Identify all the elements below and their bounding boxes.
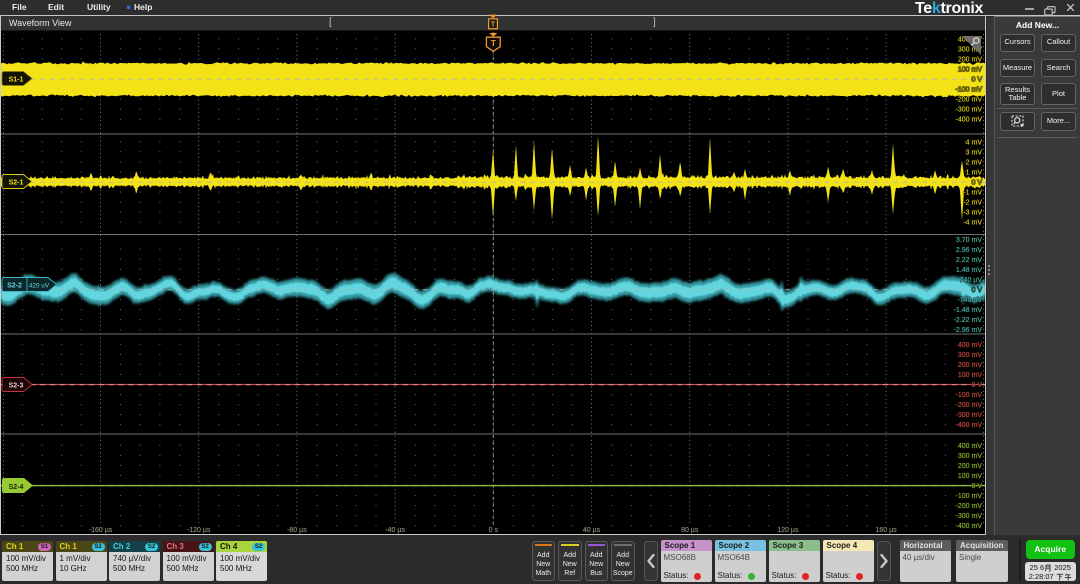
svg-text:-1.48 mV: -1.48 mV (954, 307, 983, 314)
svg-text:2.96 mV: 2.96 mV (956, 247, 982, 254)
svg-text:200 mV: 200 mV (958, 362, 982, 369)
svg-text:S2-1: S2-1 (9, 180, 24, 187)
svg-text:1 mV: 1 mV (966, 169, 983, 176)
svg-text:0 s: 0 s (489, 527, 499, 534)
svg-text:T: T (491, 38, 497, 48)
svg-text:-400 mV: -400 mV (956, 523, 983, 530)
svg-text:80 µs: 80 µs (681, 527, 699, 534)
svg-text:300 mV: 300 mV (958, 453, 982, 460)
svg-text:-100 mV: -100 mV (956, 87, 983, 94)
svg-text:0 V: 0 V (971, 483, 982, 490)
svg-text:S2-3: S2-3 (9, 383, 24, 390)
svg-text:1.48 mV: 1.48 mV (956, 267, 982, 274)
svg-text:3 mV: 3 mV (966, 149, 983, 156)
svg-text:100 mV: 100 mV (958, 473, 982, 480)
svg-text:-740 µV: -740 µV (957, 297, 982, 304)
svg-text:-400 mV: -400 mV (956, 117, 983, 124)
svg-text:120 µs: 120 µs (777, 527, 799, 534)
svg-text:-100 mV: -100 mV (956, 493, 983, 500)
svg-text:740 µV: 740 µV (960, 277, 983, 284)
svg-text:0 V: 0 V (971, 77, 982, 84)
svg-text:200 mV: 200 mV (958, 463, 982, 470)
svg-text:100 mV: 100 mV (958, 67, 982, 74)
svg-text:-200 mV: -200 mV (956, 503, 983, 510)
svg-text:-1 mV: -1 mV (963, 190, 982, 197)
svg-text:-160 µs: -160 µs (89, 527, 113, 534)
svg-text:-80 µs: -80 µs (287, 527, 307, 534)
svg-text:S2-2: S2-2 (7, 283, 22, 290)
svg-text:40 µs: 40 µs (583, 527, 601, 534)
svg-text:-40 µs: -40 µs (385, 527, 405, 534)
svg-text:400 mV: 400 mV (958, 443, 982, 450)
svg-text:-300 mV: -300 mV (956, 107, 983, 114)
svg-text:T: T (491, 21, 496, 28)
svg-text:-100 mV: -100 mV (956, 392, 983, 399)
svg-text:3.70 mV: 3.70 mV (956, 237, 982, 244)
svg-text:420 uV: 420 uV (29, 283, 50, 290)
svg-text:400 mV: 400 mV (958, 342, 982, 349)
svg-text:0 V: 0 V (971, 180, 982, 187)
svg-text:-4 mV: -4 mV (963, 220, 982, 227)
svg-text:-300 mV: -300 mV (956, 513, 983, 520)
svg-text:-200 mV: -200 mV (956, 402, 983, 409)
svg-text:200 mV: 200 mV (958, 56, 982, 63)
svg-text:-400 mV: -400 mV (956, 422, 983, 429)
svg-text:2.22 mV: 2.22 mV (956, 257, 982, 264)
svg-text:-3 mV: -3 mV (963, 210, 982, 217)
svg-text:-2.22 mV: -2.22 mV (954, 317, 983, 324)
svg-text:4 mV: 4 mV (966, 139, 983, 146)
svg-text:S2-4: S2-4 (9, 484, 24, 491)
svg-text:-2.96 mV: -2.96 mV (954, 327, 983, 334)
svg-text:-120 µs: -120 µs (187, 527, 211, 534)
svg-text:300 mV: 300 mV (958, 352, 982, 359)
svg-text:2 mV: 2 mV (966, 159, 983, 166)
svg-text:-200 mV: -200 mV (956, 97, 983, 104)
svg-text:0 V: 0 V (971, 287, 982, 294)
svg-text:0 V: 0 V (971, 382, 982, 389)
svg-text:-2 mV: -2 mV (963, 200, 982, 207)
svg-text:S1-1: S1-1 (9, 77, 24, 84)
svg-text:160 µs: 160 µs (876, 527, 898, 534)
svg-text:-300 mV: -300 mV (956, 412, 983, 419)
svg-text:100 mV: 100 mV (958, 372, 982, 379)
